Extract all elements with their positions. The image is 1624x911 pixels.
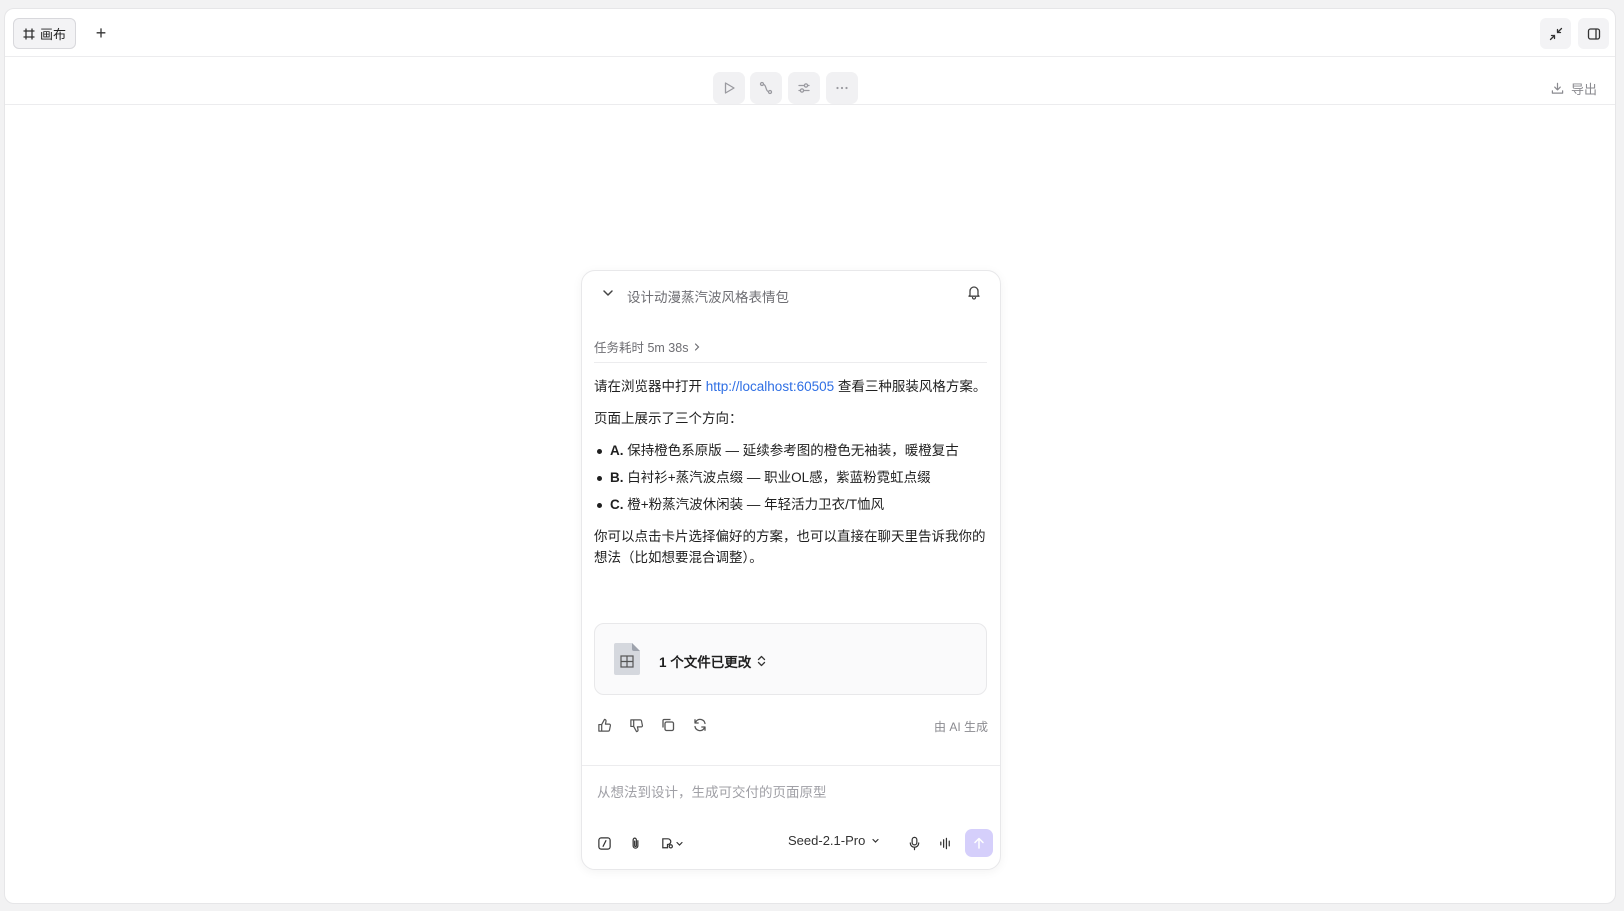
message-paragraph: 页面上展示了三个方向： (594, 411, 743, 426)
palette-icon (662, 837, 673, 849)
message-text: 查看三种服装风格方案。 (834, 379, 987, 394)
file-table-icon (614, 643, 640, 675)
tab-bar: 画布 + (5, 9, 1615, 57)
chevron-up-down-icon (758, 655, 766, 667)
assistant-message: 请在浏览器中打开 http://localhost:60505 查看三种服装风格… (594, 376, 989, 579)
thumbs-down-icon (629, 718, 643, 732)
more-icon (836, 86, 848, 90)
toggle-sidebar-button[interactable] (1578, 18, 1609, 49)
toolbar: 导出 (5, 57, 1615, 105)
send-button[interactable] (965, 829, 993, 857)
chat-input[interactable] (597, 780, 977, 804)
list-item: A. 保持橙色系原版 — 延续参考图的橙色无袖装，暖橙复古 (594, 440, 989, 461)
adjust-button[interactable] (788, 72, 820, 104)
like-button[interactable] (594, 715, 614, 735)
regenerate-button[interactable] (690, 715, 710, 735)
add-tab-button[interactable]: + (89, 21, 113, 45)
changed-files-text: 1 个文件已更改 (659, 655, 752, 670)
collapse-arrows-icon (1549, 27, 1562, 40)
microphone-icon (909, 836, 919, 850)
option-key: A. (610, 443, 624, 458)
message-text: 请在浏览器中打开 (594, 379, 706, 394)
refresh-icon (694, 718, 706, 732)
tab-canvas[interactable]: 画布 (13, 18, 77, 49)
chat-panel: 设计动漫蒸汽波风格表情包 任务耗时 5m 38s 请在浏览器中打开 http:/… (581, 270, 1001, 870)
sliders-icon (798, 83, 810, 93)
message-actions (594, 715, 710, 735)
option-text: 保持橙色系原版 — 延续参考图的橙色无袖装，暖橙复古 (623, 443, 959, 458)
style-dropdown-button[interactable] (655, 832, 689, 854)
list-item: B. 白衬衫+蒸汽波点缀 — 职业OL感，紫蓝粉霓虹点缀 (594, 467, 989, 488)
option-key: B. (610, 470, 624, 485)
dislike-button[interactable] (626, 715, 646, 735)
slash-command-button[interactable] (593, 832, 615, 854)
divider (594, 362, 987, 363)
export-button[interactable]: 导出 (1551, 79, 1597, 98)
model-select[interactable]: Seed-2.1-Pro (788, 833, 880, 848)
arrow-up-icon (974, 837, 984, 849)
options-list: A. 保持橙色系原版 — 延续参考图的橙色无袖装，暖橙复古 B. 白衬衫+蒸汽波… (594, 440, 989, 515)
option-key: C. (610, 497, 624, 512)
option-text: 橙+粉蒸汽波休闲装 — 年轻活力卫衣/T恤风 (623, 497, 885, 512)
waveform-icon (939, 837, 950, 849)
sidebar-icon (1587, 27, 1600, 40)
changed-files-card[interactable]: 1 个文件已更改 (594, 623, 987, 695)
chevron-right-icon (695, 342, 700, 351)
copy-button[interactable] (658, 715, 678, 735)
task-duration-label: 任务耗时 5m 38s (594, 341, 689, 355)
more-button[interactable] (826, 72, 858, 104)
app-window: 画布 + 导出 设计动漫蒸汽波风格表情包 任务耗时 5m 38s 请在浏览器中打… (4, 8, 1616, 904)
export-label: 导出 (1570, 82, 1597, 97)
tab-canvas-label: 画布 (40, 27, 67, 42)
voice-mode-button[interactable] (934, 832, 956, 854)
model-name: Seed-2.1-Pro (788, 833, 866, 848)
option-text: 白衬衫+蒸汽波点缀 — 职业OL感，紫蓝粉霓虹点缀 (623, 470, 931, 485)
play-icon (724, 82, 735, 94)
task-title: 设计动漫蒸汽波风格表情包 (627, 290, 789, 305)
paperclip-icon (632, 837, 638, 849)
ai-generated-note: 由 AI 生成 (933, 720, 988, 734)
localhost-link[interactable]: http://localhost:60505 (706, 379, 834, 394)
minimize-button[interactable] (1540, 18, 1571, 49)
thumbs-up-icon (597, 718, 611, 732)
frame-icon (23, 28, 35, 39)
task-duration[interactable]: 任务耗时 5m 38s (594, 337, 701, 356)
panel-header: 设计动漫蒸汽波风格表情包 (582, 271, 1000, 317)
download-icon (1551, 82, 1564, 94)
chevron-down-icon (676, 841, 683, 846)
chat-composer: Seed-2.1-Pro (582, 765, 1000, 871)
slash-box-icon (597, 836, 611, 850)
list-item: C. 橙+粉蒸汽波休闲装 — 年轻活力卫衣/T恤风 (594, 494, 989, 515)
chevron-down-icon[interactable] (600, 285, 616, 301)
microphone-button[interactable] (903, 832, 925, 854)
copy-icon (662, 718, 675, 732)
chevron-down-icon (872, 838, 879, 843)
path-icon (759, 81, 773, 95)
message-paragraph: 请在浏览器中打开 http://localhost:60505 查看三种服装风格… (594, 376, 989, 397)
play-button[interactable] (713, 72, 745, 104)
attach-button[interactable] (624, 832, 646, 854)
changed-files-label: 1 个文件已更改 (659, 651, 766, 671)
bell-icon[interactable] (966, 284, 982, 300)
connect-button[interactable] (750, 72, 782, 104)
message-paragraph: 你可以点击卡片选择偏好的方案，也可以直接在聊天里告诉我你的想法（比如想要混合调整… (594, 529, 986, 565)
